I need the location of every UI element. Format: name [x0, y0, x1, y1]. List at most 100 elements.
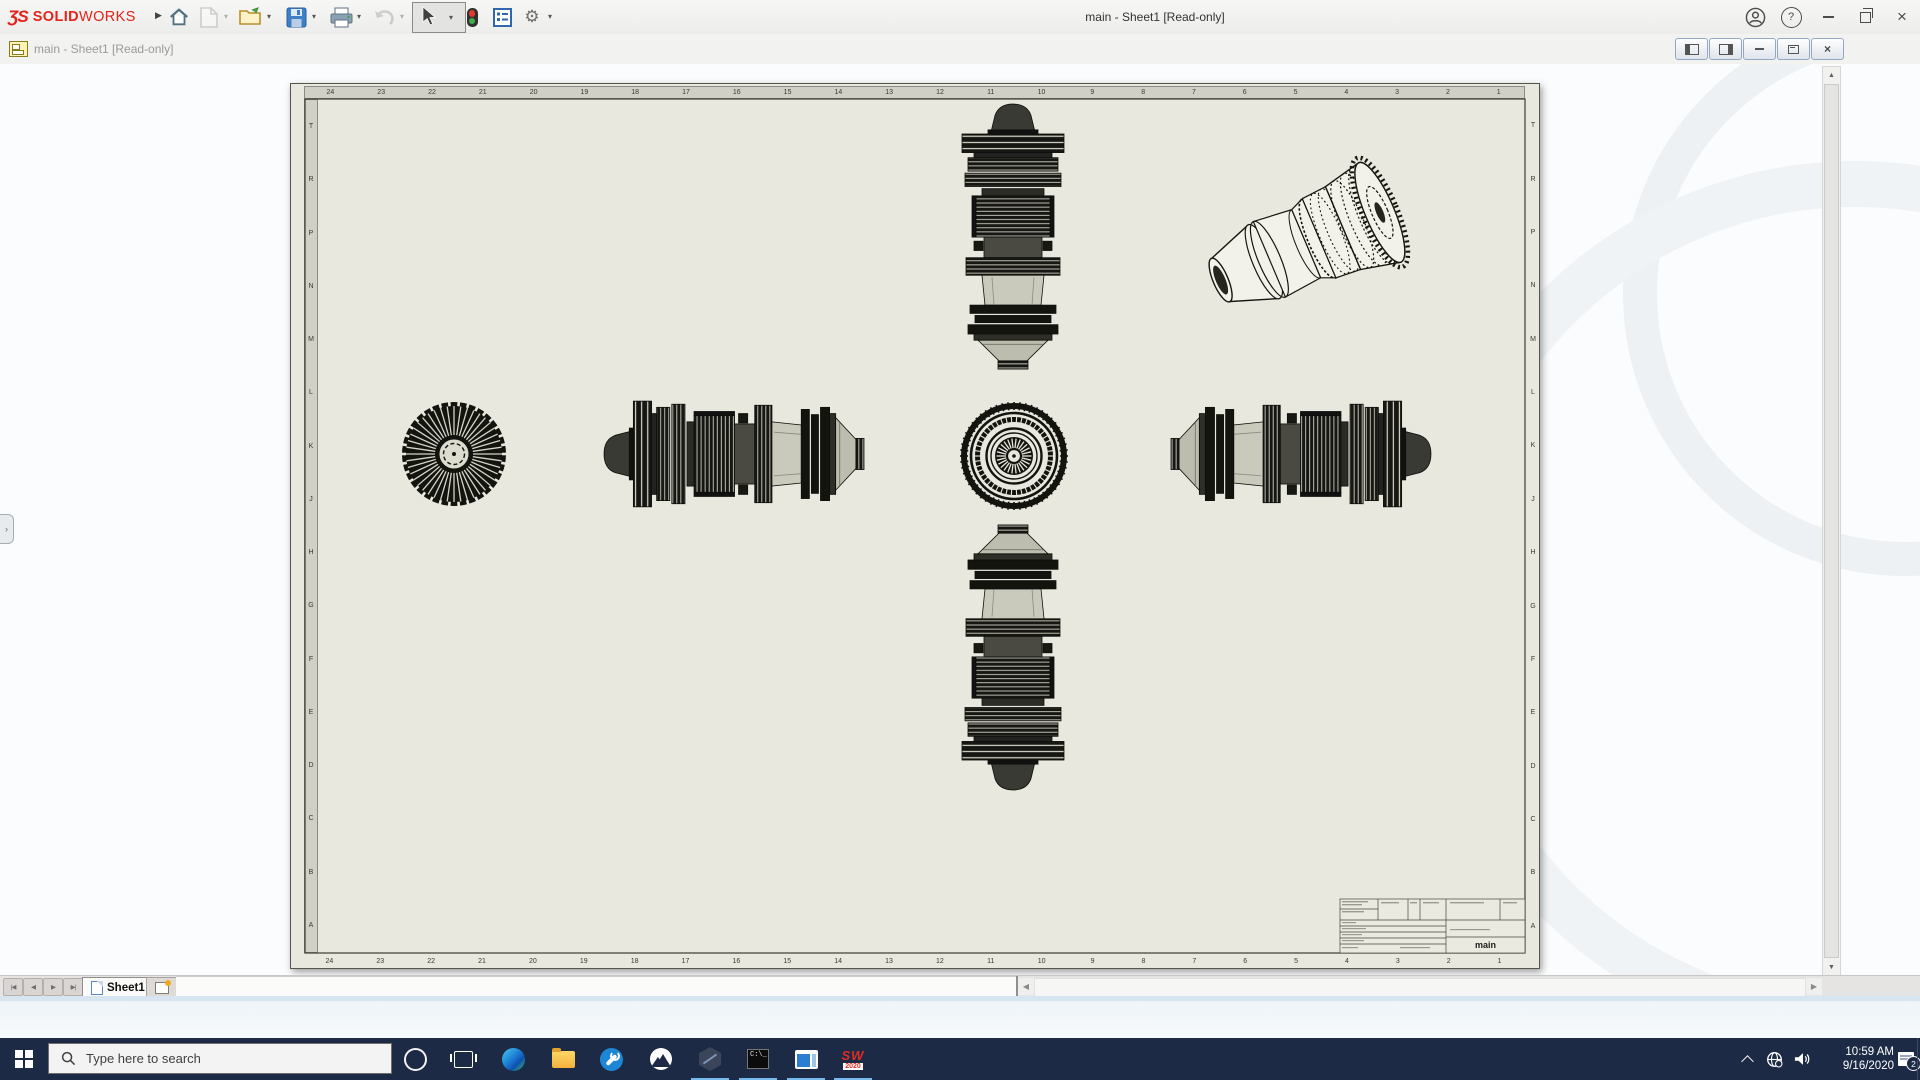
restore-icon	[1860, 12, 1871, 23]
add-sheet-button[interactable]	[146, 977, 177, 998]
add-sheet-icon	[155, 982, 169, 994]
new-document-icon	[200, 7, 218, 28]
form-list-icon	[493, 8, 512, 27]
feature-panel-flyout-tab[interactable]: ›	[0, 514, 14, 544]
desktop-strip	[0, 1001, 1920, 1038]
account-button[interactable]	[1737, 0, 1773, 34]
network-button[interactable]	[1760, 1038, 1788, 1080]
settings-button[interactable]: ⚙	[519, 4, 545, 30]
home-button[interactable]	[166, 4, 192, 30]
first-sheet-button[interactable]: |◀	[3, 978, 23, 996]
cursor-arrow-icon	[421, 6, 438, 26]
clock-date: 9/16/2020	[1843, 1059, 1894, 1073]
next-sheet-button[interactable]: ▶	[43, 978, 63, 996]
minimize-button[interactable]	[1810, 0, 1846, 34]
drawing-view-left-side[interactable]	[604, 401, 864, 507]
cortana-button[interactable]	[393, 1038, 437, 1080]
horizontal-scrollbar[interactable]	[1034, 978, 1806, 997]
print-icon	[330, 7, 353, 28]
photos-button[interactable]	[639, 1038, 683, 1080]
doc-pane-right-button[interactable]	[1709, 38, 1742, 60]
scroll-down-icon[interactable]: ▼	[1823, 959, 1840, 975]
save-dropdown-icon[interactable]: ▾	[309, 12, 319, 21]
settings-dropdown-icon[interactable]: ▾	[545, 12, 555, 21]
tab-sheet1[interactable]: Sheet1	[82, 977, 154, 998]
vertical-scrollbar[interactable]: ▲ ▼	[1822, 66, 1841, 975]
open-folder-icon	[239, 7, 263, 27]
doc-minimize-button[interactable]	[1743, 38, 1776, 60]
drawing-view-top[interactable]	[962, 104, 1064, 369]
settings-tool-button[interactable]	[589, 1038, 633, 1080]
new-document-dropdown-icon[interactable]: ▾	[221, 12, 231, 21]
app-titlebar: ƷS SOLIDWORKS ▶ ▾ ▾ ▾ ▾ ▾ ▾ ⚙ ▾ main - S…	[0, 0, 1920, 35]
notification-center-button[interactable]: 2	[1893, 1038, 1919, 1080]
graphics-viewport[interactable]: 242322212019181716151413121110987654321 …	[0, 64, 1920, 975]
edge-icon	[502, 1048, 525, 1071]
title-block-drawing-name: main	[1446, 937, 1525, 953]
menu-expand-icon[interactable]: ▶	[155, 10, 162, 21]
close-button[interactable]: ×	[1884, 0, 1920, 34]
taskbar-search-input[interactable]: Type here to search	[48, 1043, 392, 1074]
file-explorer-icon	[552, 1051, 575, 1068]
app-window-icon	[795, 1050, 818, 1069]
scroll-up-icon[interactable]: ▲	[1823, 67, 1840, 83]
solidworks-taskbar-button[interactable]: SW2020	[831, 1038, 875, 1080]
photos-icon	[650, 1048, 672, 1070]
vertical-scrollbar-thumb[interactable]	[1824, 84, 1839, 958]
sheet-graphics	[291, 84, 1539, 968]
network-globe-icon	[1766, 1051, 1783, 1068]
minimize-icon	[1823, 16, 1834, 18]
command-prompt-icon: C:\_	[747, 1049, 769, 1069]
undo-dropdown-icon[interactable]: ▾	[397, 12, 407, 21]
start-button[interactable]	[2, 1038, 46, 1080]
drawing-view-fan-front[interactable]	[400, 400, 508, 508]
drawing-view-bottom[interactable]	[962, 525, 1064, 790]
new-document-button[interactable]	[196, 4, 222, 30]
doc-close-icon: ×	[1824, 42, 1831, 56]
select-tool-button[interactable]	[416, 3, 442, 29]
help-button[interactable]: ?	[1773, 0, 1809, 34]
restore-button[interactable]	[1847, 0, 1883, 34]
file-explorer-button[interactable]	[541, 1038, 585, 1080]
clock-time: 10:59 AM	[1845, 1045, 1894, 1059]
traffic-light-icon	[467, 8, 478, 27]
solidworks-logo-mark-icon: ƷS	[8, 7, 28, 27]
solidworks-logo: ƷS SOLIDWORKS	[8, 6, 136, 28]
undo-button[interactable]	[371, 4, 397, 30]
doc-restore-icon	[1788, 45, 1799, 54]
interference-check-button[interactable]	[459, 4, 485, 30]
select-dropdown-icon[interactable]: ▾	[446, 13, 456, 22]
windows-logo-icon	[15, 1050, 33, 1068]
edge-button[interactable]	[491, 1038, 535, 1080]
command-prompt-button[interactable]: C:\_	[736, 1038, 780, 1080]
scroll-left-icon[interactable]: ◀	[1018, 978, 1034, 995]
doc-restore-button[interactable]	[1777, 38, 1810, 60]
drawing-view-isometric[interactable]	[1191, 151, 1419, 337]
print-dropdown-icon[interactable]: ▾	[354, 12, 364, 21]
chevron-up-icon	[1741, 1055, 1754, 1068]
flyout-arrow-icon: ›	[5, 524, 8, 534]
last-sheet-button[interactable]: ▶|	[63, 978, 83, 996]
taskbar-clock[interactable]: 10:59 AM 9/16/2020	[1814, 1038, 1894, 1080]
drawing-view-front-rings[interactable]	[960, 402, 1068, 510]
app-hexagon-button[interactable]	[688, 1038, 732, 1080]
task-view-button[interactable]	[441, 1038, 485, 1080]
properties-form-button[interactable]	[489, 4, 515, 30]
app-window-button[interactable]	[784, 1038, 828, 1080]
open-button[interactable]	[238, 4, 264, 30]
drawing-view-right-side[interactable]	[1171, 401, 1431, 507]
previous-sheet-button[interactable]: ◀	[23, 978, 43, 996]
home-icon	[168, 6, 190, 28]
scroll-right-icon[interactable]: ▶	[1806, 978, 1822, 995]
save-button[interactable]	[283, 4, 309, 30]
search-icon	[61, 1051, 76, 1066]
volume-button[interactable]	[1789, 1038, 1817, 1080]
tray-expand-button[interactable]	[1735, 1038, 1759, 1080]
doc-close-button[interactable]: ×	[1811, 38, 1844, 60]
search-placeholder: Type here to search	[86, 1051, 201, 1066]
drawing-sheet[interactable]: 242322212019181716151413121110987654321 …	[290, 83, 1540, 969]
doc-pane-left-button[interactable]	[1675, 38, 1708, 60]
open-dropdown-icon[interactable]: ▾	[264, 12, 274, 21]
sheet-page-icon	[91, 981, 103, 995]
print-button[interactable]	[328, 4, 354, 30]
